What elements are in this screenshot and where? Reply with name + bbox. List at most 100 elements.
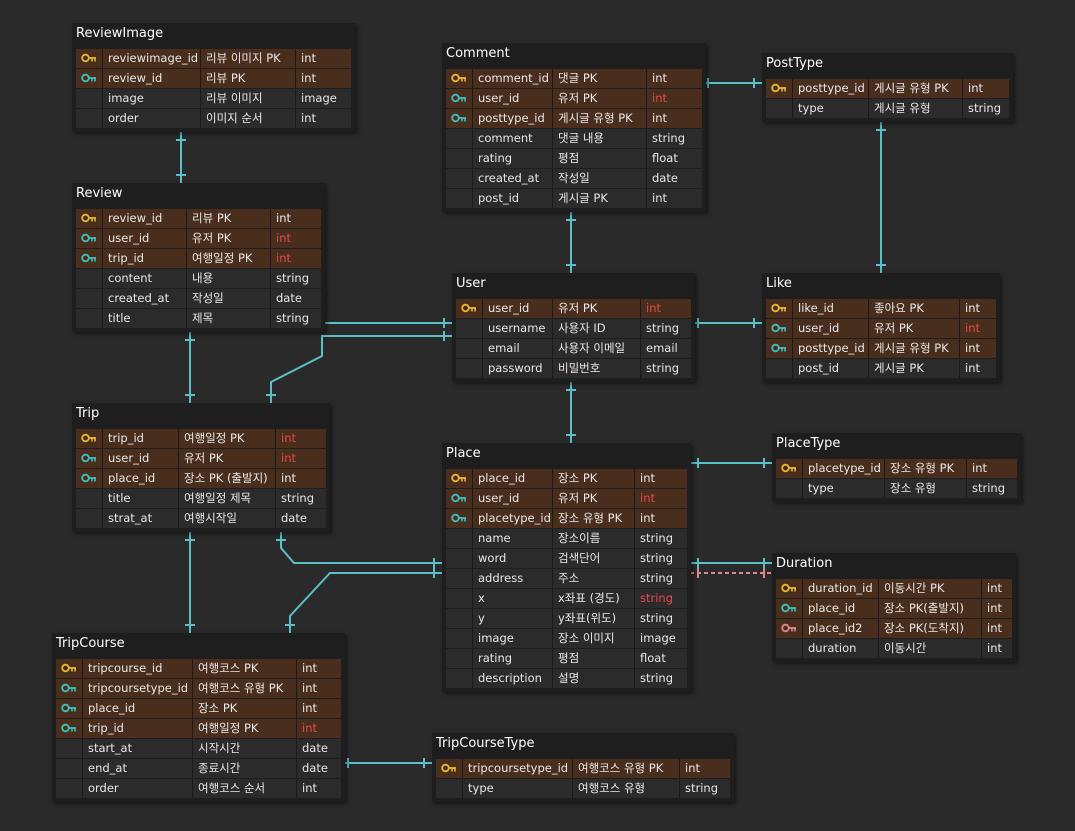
- column-row[interactable]: comment 댓글 내용 string: [446, 129, 702, 148]
- table-title[interactable]: Review: [72, 183, 325, 205]
- column-row[interactable]: tripcoursetype_id 여행코스 유형 PK int: [436, 759, 730, 778]
- primary-key-icon: [76, 209, 103, 228]
- column-row[interactable]: type 여행코스 유형 string: [436, 779, 730, 798]
- foreign-key-icon: [446, 89, 473, 108]
- column-row[interactable]: x x좌표 (경도) string: [446, 589, 687, 608]
- column-type: int: [276, 469, 326, 488]
- table-title[interactable]: Comment: [442, 43, 706, 65]
- table-tripcourse[interactable]: TripCourse tripcourse_id 여행코스 PK int tripcou…: [52, 633, 345, 802]
- column-row[interactable]: placetype_id 장소 유형 PK int: [776, 459, 1017, 478]
- column-row[interactable]: posttype_id 게시글 유형 PK int: [766, 79, 1009, 98]
- column-row[interactable]: tripcoursetype_id 여행코스 유형 PK int: [56, 679, 341, 698]
- column-row[interactable]: review_id 리뷰 PK int: [76, 209, 321, 228]
- table-reviewimage[interactable]: ReviewImage reviewimage_id 리뷰 이미지 PK int rev…: [72, 23, 355, 132]
- column-row[interactable]: image 장소 이미지 image: [446, 629, 687, 648]
- table-title[interactable]: TripCourseType: [432, 733, 734, 755]
- column-row[interactable]: type 장소 유형 string: [776, 479, 1017, 498]
- column-row[interactable]: type 게시글 유형 string: [766, 99, 1009, 118]
- table-like[interactable]: Like like_id 좋아요 PK int user_id 유저 PK int postt…: [762, 273, 1000, 382]
- column-row[interactable]: name 장소이름 string: [446, 529, 687, 548]
- table-title[interactable]: User: [452, 273, 695, 295]
- column-type: string: [635, 569, 687, 588]
- empty-key-cell: [776, 479, 803, 498]
- column-row[interactable]: trip_id 여행일정 PK int: [56, 719, 341, 738]
- column-row[interactable]: user_id 유저 PK int: [76, 449, 326, 468]
- column-row[interactable]: place_id 장소 PK (출발지) int: [76, 469, 326, 488]
- table-trip[interactable]: Trip trip_id 여행일정 PK int user_id 유저 PK int plac…: [72, 403, 330, 532]
- column-row[interactable]: review_id 리뷰 PK int: [76, 69, 351, 88]
- column-row[interactable]: duration 이동시간 int: [776, 639, 1012, 658]
- column-row[interactable]: trip_id 여행일정 PK int: [76, 249, 321, 268]
- column-description: 시작시간: [193, 739, 297, 758]
- table-comment[interactable]: Comment comment_id 댓글 PK int user_id 유저 PK int…: [442, 43, 706, 212]
- table-title[interactable]: ReviewImage: [72, 23, 355, 45]
- column-description: 장소 유형: [885, 479, 967, 498]
- column-type: string: [963, 99, 1009, 118]
- column-row[interactable]: post_id 게시글 PK int: [446, 189, 702, 208]
- column-row[interactable]: comment_id 댓글 PK int: [446, 69, 702, 88]
- column-description: 비밀번호: [553, 359, 641, 378]
- column-row[interactable]: word 검색단어 string: [446, 549, 687, 568]
- column-row[interactable]: reviewimage_id 리뷰 이미지 PK int: [76, 49, 351, 68]
- column-row[interactable]: description 설명 string: [446, 669, 687, 688]
- column-row[interactable]: rating 평점 float: [446, 149, 702, 168]
- column-row[interactable]: title 여행일정 제목 string: [76, 489, 326, 508]
- column-row[interactable]: strat_at 여행시작일 date: [76, 509, 326, 528]
- column-row[interactable]: placetype_id 장소 유형 PK int: [446, 509, 687, 528]
- column-row[interactable]: tripcourse_id 여행코스 PK int: [56, 659, 341, 678]
- column-row[interactable]: image 리뷰 이미지 image: [76, 89, 351, 108]
- table-title[interactable]: TripCourse: [52, 633, 345, 655]
- table-user[interactable]: User user_id 유저 PK int username 사용자 ID string e…: [452, 273, 695, 382]
- column-row[interactable]: post_id 게시글 PK int: [766, 359, 996, 378]
- table-title[interactable]: Duration: [772, 553, 1016, 575]
- table-tripcoursetype[interactable]: TripCourseType tripcoursetype_id 여행코스 유형 P…: [432, 733, 734, 802]
- table-title[interactable]: Trip: [72, 403, 330, 425]
- column-row[interactable]: content 내용 string: [76, 269, 321, 288]
- column-row[interactable]: y y좌표(위도) string: [446, 609, 687, 628]
- column-description: 장소 유형 PK: [553, 509, 635, 528]
- column-row[interactable]: order 이미지 순서 int: [76, 109, 351, 128]
- column-row[interactable]: posttype_id 게시글 유형 PK int: [766, 339, 996, 358]
- column-row[interactable]: duration_id 이동시간 PK int: [776, 579, 1012, 598]
- column-row[interactable]: place_id 장소 PK int: [56, 699, 341, 718]
- column-row[interactable]: address 주소 string: [446, 569, 687, 588]
- table-title[interactable]: PostType: [762, 53, 1013, 75]
- column-row[interactable]: created_at 작성일 date: [76, 289, 321, 308]
- column-row[interactable]: place_id 장소 PK int: [446, 469, 687, 488]
- column-row[interactable]: order 여행코스 순서 int: [56, 779, 341, 798]
- column-row[interactable]: like_id 좋아요 PK int: [766, 299, 996, 318]
- column-row[interactable]: email 사용자 이메일 email: [456, 339, 691, 358]
- column-row[interactable]: start_at 시작시간 date: [56, 739, 341, 758]
- column-description: 사용자 이메일: [553, 339, 641, 358]
- table-title[interactable]: Like: [762, 273, 1000, 295]
- column-row[interactable]: end_at 종료시간 date: [56, 759, 341, 778]
- column-row[interactable]: rating 평점 float: [446, 649, 687, 668]
- column-row[interactable]: user_id 유저 PK int: [446, 89, 702, 108]
- column-row[interactable]: user_id 유저 PK int: [76, 229, 321, 248]
- column-row[interactable]: password 비밀번호 string: [456, 359, 691, 378]
- column-description: 유저 PK: [187, 229, 271, 248]
- column-row[interactable]: username 사용자 ID string: [456, 319, 691, 338]
- table-posttype[interactable]: PostType posttype_id 게시글 유형 PK int type 게시글 유…: [762, 53, 1013, 122]
- table-review[interactable]: Review review_id 리뷰 PK int user_id 유저 PK int tr…: [72, 183, 325, 332]
- column-name: user_id: [793, 319, 869, 338]
- column-row[interactable]: place_id 장소 PK(출발지) int: [776, 599, 1012, 618]
- column-row[interactable]: user_id 유저 PK int: [766, 319, 996, 338]
- table-duration[interactable]: Duration duration_id 이동시간 PK int place_id 장소 …: [772, 553, 1016, 662]
- column-type: int: [296, 69, 351, 88]
- table-place[interactable]: Place place_id 장소 PK int user_id 유저 PK int plac…: [442, 443, 691, 692]
- column-description: 여행코스 PK: [193, 659, 297, 678]
- column-row[interactable]: place_id2 장소 PK(도착지) int: [776, 619, 1012, 638]
- table-title[interactable]: Place: [442, 443, 691, 465]
- column-row[interactable]: user_id 유저 PK int: [456, 299, 691, 318]
- column-row[interactable]: trip_id 여행일정 PK int: [76, 429, 326, 448]
- table-title[interactable]: PlaceType: [772, 433, 1021, 455]
- link-place-tripcourse: [289, 572, 442, 633]
- column-row[interactable]: title 제목 string: [76, 309, 321, 328]
- column-row[interactable]: user_id 유저 PK int: [446, 489, 687, 508]
- column-name: type: [803, 479, 885, 498]
- column-row[interactable]: created_at 작성일 date: [446, 169, 702, 188]
- column-type: date: [297, 739, 341, 758]
- table-placetype[interactable]: PlaceType placetype_id 장소 유형 PK int type 장소 유…: [772, 433, 1021, 502]
- column-row[interactable]: posttype_id 게시글 유형 PK int: [446, 109, 702, 128]
